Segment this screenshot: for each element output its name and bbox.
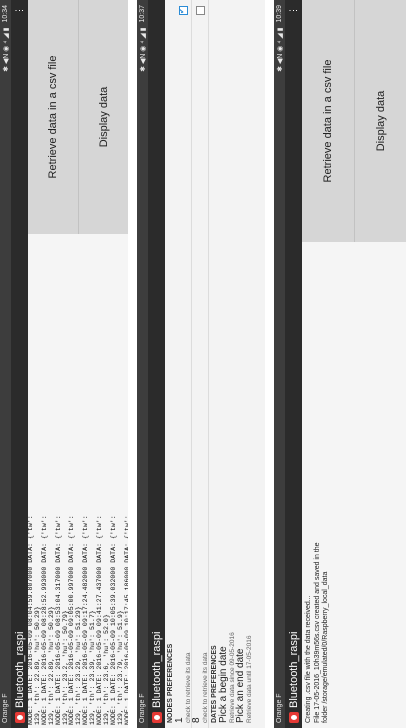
date-preference-end[interactable]: Pick an end date Retrieve data until 17-0… — [235, 0, 253, 728]
info-line: folder /storage/emulated/0/Raspberry_loc… — [322, 571, 329, 723]
app-logo-icon — [151, 712, 162, 723]
divider — [265, 0, 274, 728]
node-title: 8 — [190, 717, 202, 723]
app-bar: Bluetooth_raspi — [148, 0, 165, 728]
node-summary: check to retrieve its data — [201, 652, 209, 723]
date-title: Pick an end date — [235, 648, 246, 724]
app-logo-icon — [14, 712, 25, 723]
clock: 10:39 — [276, 5, 283, 23]
app-bar: Bluetooth_raspi ⋮ — [285, 0, 302, 728]
app-title: Bluetooth_raspi — [13, 631, 26, 708]
preferences-list: NODES PREFERENCES 1 check to retrieve it… — [165, 0, 265, 728]
csv-info: Creating .csv file with the data receive… — [302, 232, 334, 728]
screen-preferences: Orange F ✱ ◀N ◉ ⁴ ◢ ▮ 10:37 Bluetooth_ra… — [137, 0, 265, 728]
node-1-checkbox[interactable] — [178, 6, 188, 15]
overflow-menu-icon[interactable]: ⋮ — [288, 5, 299, 17]
status-bar: Orange F ✱ ◀N ◉ ⁴ ◢ ▮ 10:37 — [137, 0, 148, 728]
data-log: NODE: 1 DATE: 2016-05-09 08:04:59.807000… — [28, 234, 128, 728]
button-bar: Retrieve data in a csv file Display data — [302, 0, 406, 242]
node-title: 1 — [173, 717, 185, 723]
retrieve-csv-button[interactable]: Retrieve data in a csv file — [302, 0, 354, 242]
carrier-label: Orange F — [276, 693, 283, 723]
main-content: Creating .csv file with the data receive… — [302, 0, 406, 728]
dates-preferences-header: DATES PREFERENCES — [211, 645, 218, 723]
retrieve-csv-button[interactable]: Display data — [78, 0, 128, 234]
status-icons: ✱ ◀N ◉ ⁴ ◢ ▮ — [139, 27, 147, 72]
status-icons: ✱ ◀N ◉ ⁴ ◢ ▮ — [2, 27, 10, 72]
divider — [128, 0, 137, 728]
node-8-preference[interactable]: 8 check to retrieve its data — [190, 0, 209, 728]
button-bar: Retrieve data in a csv file Display data — [28, 0, 128, 234]
app-title: Bluetooth_raspi — [150, 631, 163, 708]
status-icons: ✱ ◀N ◉ ⁴ ◢ ▮ — [276, 27, 284, 72]
info-line: Creating .csv file with the data receive… — [305, 595, 312, 723]
nodes-preferences-header: NODES PREFERENCES — [167, 643, 174, 723]
date-summary: Retrieve data until 17-05-2016 — [246, 635, 253, 723]
overflow-menu-icon[interactable]: ⋮ — [14, 5, 25, 17]
app-title: Bluetooth_raspi — [287, 631, 300, 708]
screen-csv-result: Orange F ✱ ◀N ◉ ⁴ ◢ ▮ 10:39 Bluetooth_ra… — [274, 0, 406, 728]
display-data-button[interactable]: Retrieve data in a csv file — [28, 0, 78, 234]
app-bar: Bluetooth_raspi ⋮ — [11, 0, 28, 728]
carrier-label: Orange F — [2, 693, 9, 723]
node-8-checkbox[interactable] — [195, 6, 205, 15]
main-content: NODE: 1 DATE: 2016-05-09 08:04:59.807000… — [28, 0, 128, 728]
app-logo-icon — [288, 712, 299, 723]
display-data-button[interactable]: Display data — [354, 0, 406, 242]
carrier-label: Orange F — [139, 693, 146, 723]
screen-log: Orange F ✱ ◀N ◉ ⁴ ◢ ▮ 10:34 Bluetooth_ra… — [0, 0, 128, 728]
status-bar: Orange F ✱ ◀N ◉ ⁴ ◢ ▮ 10:39 — [274, 0, 285, 728]
status-bar: Orange F ✱ ◀N ◉ ⁴ ◢ ▮ 10:34 — [0, 0, 11, 728]
clock: 10:34 — [2, 5, 9, 23]
info-line: File 17-05-2016_10h39m56s.csv created an… — [313, 542, 321, 723]
date-title: Pick a begin date — [218, 646, 229, 723]
date-preference-begin[interactable]: Pick a begin date Retrieve data since 09-… — [218, 0, 236, 728]
node-1-preference[interactable]: 1 check to retrieve its data — [173, 0, 192, 728]
clock: 10:37 — [139, 5, 146, 23]
